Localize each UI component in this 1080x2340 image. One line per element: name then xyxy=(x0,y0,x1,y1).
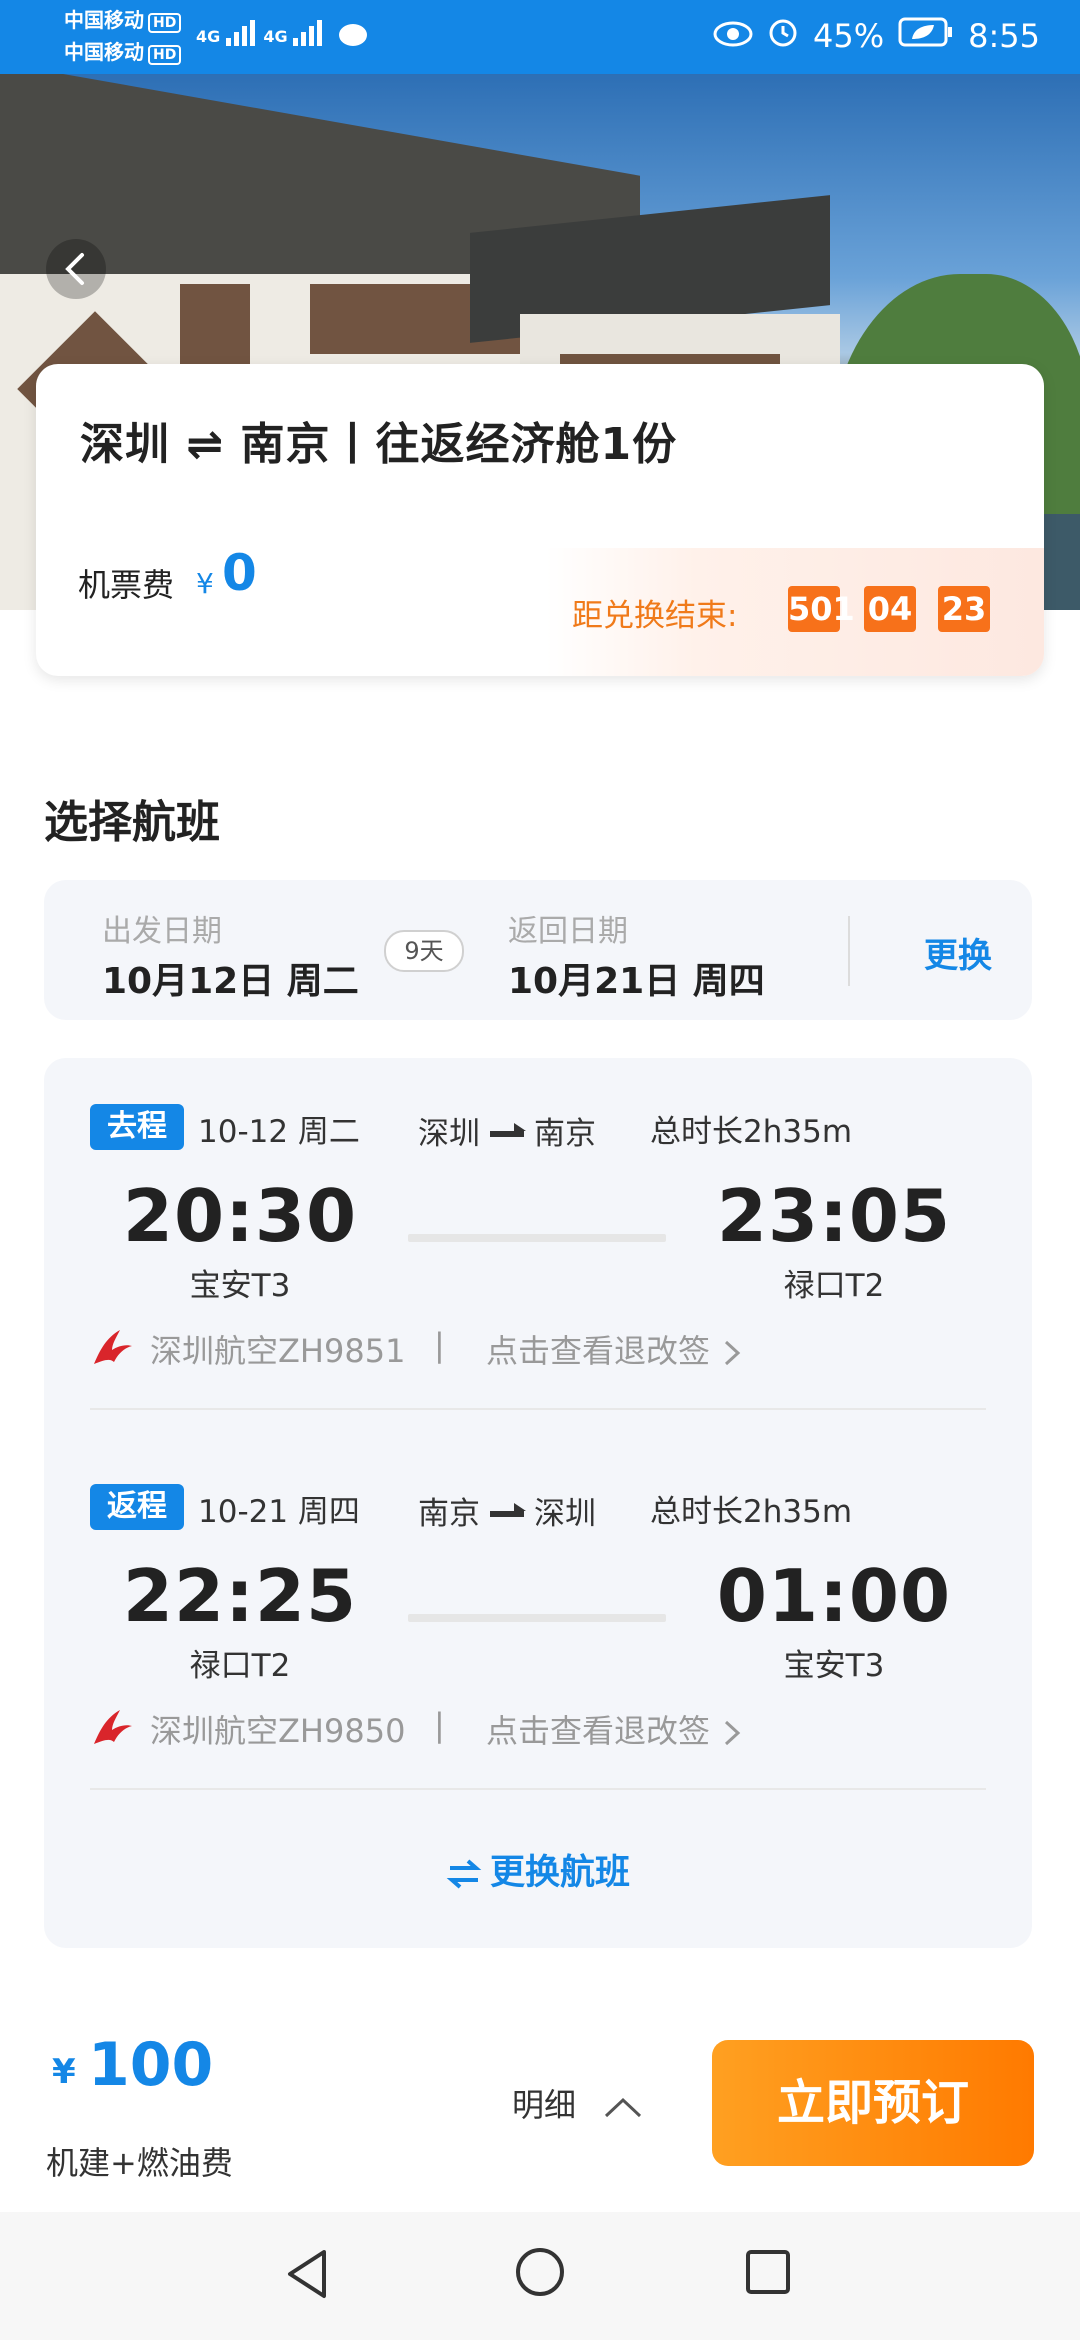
separator: | xyxy=(434,1706,445,1744)
nav-back-icon[interactable] xyxy=(282,2246,332,2302)
eye-icon xyxy=(713,17,753,55)
price-detail-button[interactable]: 明细 xyxy=(512,2080,644,2126)
carrier-1: 中国移动 HD xyxy=(64,6,182,34)
status-right: 45% 8:55 xyxy=(713,14,1040,58)
return-date-value[interactable]: 10月21日 周四 xyxy=(508,952,765,1004)
depart-date-value[interactable]: 10月12日 周二 xyxy=(102,952,359,1004)
flight-line xyxy=(408,1614,666,1622)
signal-indicators: 4G 4G xyxy=(196,20,367,46)
status-bar: 中国移动 HD 中国移动 HD 4G 4G 45% 8:55 xyxy=(0,0,1080,74)
flight-date: 10-12 周二 xyxy=(198,1114,360,1150)
shenzhen-airlines-logo xyxy=(94,1330,132,1364)
refund-change-rules-label: 点击查看退改签 xyxy=(486,1332,711,1370)
change-dates-button[interactable]: 更换 xyxy=(924,928,992,977)
price-currency: ¥ xyxy=(52,2052,76,2092)
refund-change-rules-link[interactable]: 点击查看退改签 xyxy=(486,1706,744,1752)
price-note: 机建+燃油费 xyxy=(46,2144,233,2182)
date-selector: 出发日期 10月12日 周二 9天 返回日期 10月21日 周四 更换 xyxy=(44,880,1032,1020)
airline-flight-number: 深圳航空ZH9850 xyxy=(150,1712,406,1750)
back-button[interactable] xyxy=(46,239,106,299)
arrival-terminal: 宝安T3 xyxy=(783,1648,885,1684)
change-flight-button[interactable]: 更换航班 xyxy=(44,1818,1032,1928)
nav-recents-icon[interactable] xyxy=(744,2248,792,2296)
signal-bars-icon xyxy=(293,20,325,46)
alarm-icon xyxy=(767,16,799,56)
flight-card-return[interactable]: 返程 10-21 周四 南京 深圳 总时长2h35m 22:25 禄口T2 01:… xyxy=(44,1438,1032,1818)
flight-date: 10-21 周四 xyxy=(198,1494,360,1530)
wechat-icon xyxy=(338,24,367,46)
flight-card-outbound[interactable]: 去程 10-12 周二 深圳 南京 总时长2h35m 20:30 宝安T3 23:… xyxy=(44,1058,1032,1438)
countdown-hours: 501 xyxy=(788,586,855,632)
book-now-button[interactable]: 立即预订 xyxy=(712,2040,1034,2166)
divider xyxy=(90,1788,986,1790)
refund-change-rules-label: 点击查看退改签 xyxy=(486,1712,711,1750)
refund-change-rules-link[interactable]: 点击查看退改签 xyxy=(486,1326,744,1372)
hd-badge: HD xyxy=(148,13,182,33)
depart-date-label: 出发日期 xyxy=(102,914,222,949)
departure-time: 22:25 xyxy=(122,1554,358,1638)
flight-list: 去程 10-12 周二 深圳 南京 总时长2h35m 20:30 宝安T3 23:… xyxy=(44,1058,1032,1948)
flight-duration: 总时长2h35m xyxy=(650,1114,853,1150)
shenzhen-airlines-logo xyxy=(94,1710,132,1744)
system-nav-bar xyxy=(0,2212,1080,2340)
flight-route: 深圳 南京 xyxy=(418,1108,596,1153)
chevron-right-icon xyxy=(725,1340,741,1366)
order-summary-card: 深圳 ⇌ 南京丨往返经济舱1份 机票费 ¥ 0 距兑换结束: 501 04 23 xyxy=(36,364,1044,676)
divider xyxy=(90,1408,986,1410)
chevron-right-icon xyxy=(725,1720,741,1746)
flight-duration: 总时长2h35m xyxy=(650,1494,853,1530)
carrier-2-label: 中国移动 xyxy=(64,40,144,64)
change-flight-label: 更换航班 xyxy=(489,1853,630,1893)
arrival-time: 01:00 xyxy=(716,1554,952,1638)
departure-terminal: 宝安T3 xyxy=(189,1268,291,1304)
from-city: 深圳 xyxy=(418,1116,480,1152)
section-title: 选择航班 xyxy=(44,797,220,848)
signal-bars-icon xyxy=(225,20,258,46)
ticket-fee-label: 机票费 xyxy=(78,566,175,604)
price-detail-label: 明细 xyxy=(512,2086,577,2124)
return-tag: 返程 xyxy=(90,1484,184,1530)
arrow-right-icon xyxy=(490,1122,526,1137)
flight-route: 南京 深圳 xyxy=(418,1488,596,1533)
countdown-label: 距兑换结束: xyxy=(572,598,738,634)
from-city: 南京 xyxy=(418,1496,480,1532)
total-price: 100 xyxy=(88,2030,214,2100)
arrival-terminal: 禄口T2 xyxy=(783,1268,885,1304)
return-date-label: 返回日期 xyxy=(508,914,628,949)
arrival-time: 23:05 xyxy=(716,1174,952,1258)
countdown-minutes: 04 xyxy=(864,586,916,632)
departure-terminal: 禄口T2 xyxy=(189,1648,291,1684)
hd-badge: HD xyxy=(148,45,182,65)
divider xyxy=(848,916,850,986)
flight-line xyxy=(408,1234,666,1242)
separator: | xyxy=(434,1326,445,1364)
nav-home-icon[interactable] xyxy=(514,2246,566,2298)
carrier-2: 中国移动 HD xyxy=(64,38,182,66)
ticket-fee-currency: ¥ xyxy=(196,567,214,600)
countdown-seconds: 23 xyxy=(938,586,990,632)
carrier-1-label: 中国移动 xyxy=(64,8,144,32)
chevron-up-icon xyxy=(605,2097,642,2118)
chevron-left-icon xyxy=(65,253,84,285)
to-city: 南京 xyxy=(534,1116,596,1152)
ticket-fee-value: 0 xyxy=(222,544,257,602)
trip-days-badge: 9天 xyxy=(384,930,464,972)
network-type-1: 4G xyxy=(196,27,221,46)
network-type-2: 4G xyxy=(263,27,288,46)
arrow-right-icon xyxy=(490,1502,526,1517)
clock: 8:55 xyxy=(968,17,1040,55)
battery-percent: 45% xyxy=(813,17,885,55)
battery-icon xyxy=(898,17,954,55)
departure-time: 20:30 xyxy=(122,1174,358,1258)
outbound-tag: 去程 xyxy=(90,1104,184,1150)
route-title: 深圳 ⇌ 南京丨往返经济舱1份 xyxy=(80,419,678,470)
swap-arrows-icon xyxy=(446,1859,482,1889)
airline-flight-number: 深圳航空ZH9851 xyxy=(150,1332,406,1370)
to-city: 深圳 xyxy=(534,1496,596,1532)
